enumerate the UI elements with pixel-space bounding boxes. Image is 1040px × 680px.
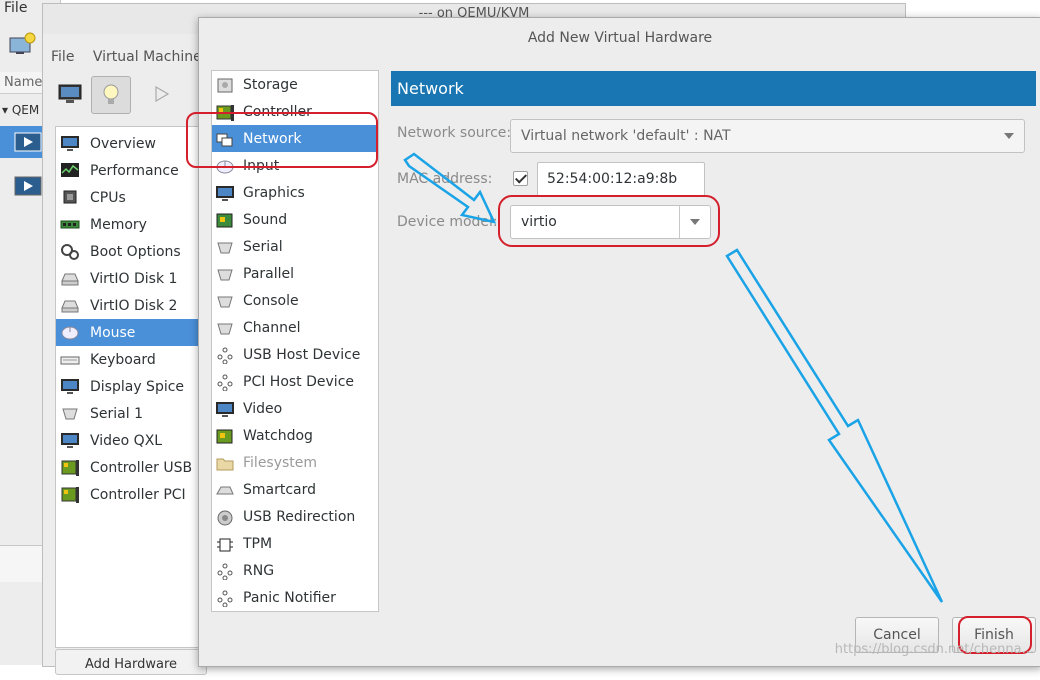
arrow-to-finish-icon xyxy=(725,248,944,603)
watermark: https://blog.csdn.net/chenna... xyxy=(834,642,1034,657)
annotation-arrows xyxy=(403,152,944,603)
arrow-to-device-model-icon xyxy=(403,152,497,224)
